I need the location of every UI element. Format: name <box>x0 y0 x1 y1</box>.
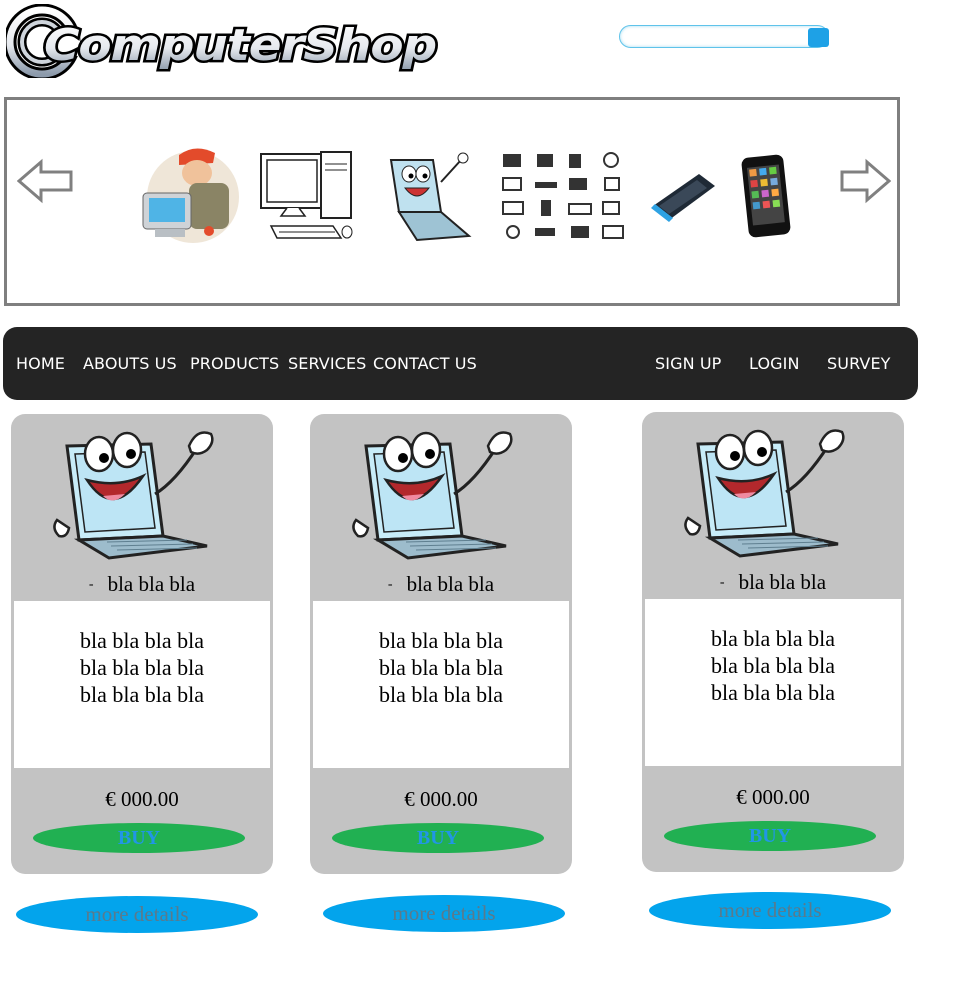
nav-about-us[interactable]: ABOUTS US <box>83 354 177 373</box>
buy-button[interactable]: BUY <box>332 823 544 853</box>
nav-home[interactable]: HOME <box>16 354 65 373</box>
product-subtitle: - bla bla bla <box>719 570 827 594</box>
more-details-button[interactable]: more details <box>16 896 258 933</box>
product-description-line: bla bla bla bla <box>79 655 204 680</box>
nav-products[interactable]: PRODUCTS <box>190 354 279 373</box>
product-description: bla bla bla bla bla bla bla bla bla bla bl… <box>645 599 901 766</box>
product-description-line: bla bla bla bla <box>710 653 835 678</box>
search-input[interactable] <box>619 25 829 48</box>
product-image[interactable] <box>678 422 848 567</box>
nav-survey[interactable]: SURVEY <box>827 354 891 373</box>
product-description-line: bla bla bla bla <box>378 655 503 680</box>
product-subtitle-text: bla bla bla <box>406 572 495 596</box>
product-description: bla bla bla bla bla bla bla bla bla bla bl… <box>313 601 569 768</box>
product-slider <box>4 97 900 306</box>
nav-sign-up[interactable]: SIGN UP <box>655 354 721 373</box>
product-description-line: bla bla bla bla <box>79 628 204 653</box>
product-subtitle-text: bla bla bla <box>107 572 196 596</box>
technician-image[interactable] <box>135 145 241 250</box>
product-description-line: bla bla bla bla <box>378 682 503 707</box>
product-card: - bla bla bla bla bla bla bla bla bla bla b… <box>310 414 572 874</box>
mobile-phone-image[interactable] <box>647 168 717 229</box>
laptop-mascot-image[interactable] <box>381 152 475 249</box>
slider-next-arrow-icon[interactable] <box>839 158 892 209</box>
buy-button[interactable]: BUY <box>664 821 876 851</box>
product-description-line: bla bla bla bla <box>710 626 835 651</box>
product-card: - bla bla bla bla bla bla bla bla bla bla b… <box>642 412 904 872</box>
product-image[interactable] <box>47 424 217 569</box>
product-price: € 000.00 <box>736 785 810 809</box>
product-card: - bla bla bla bla bla bla bla bla bla bla b… <box>11 414 273 874</box>
product-description-line: bla bla bla bla <box>79 682 204 707</box>
desktop-computer-image[interactable] <box>259 150 355 249</box>
more-details-button[interactable]: more details <box>649 892 891 929</box>
product-price: € 000.00 <box>404 787 478 811</box>
product-description-line: bla bla bla bla <box>378 628 503 653</box>
buy-button[interactable]: BUY <box>33 823 245 853</box>
slider-prev-arrow-icon[interactable] <box>16 158 75 209</box>
hardware-icons-image[interactable] <box>499 152 629 247</box>
nav-login[interactable]: LOGIN <box>749 354 800 373</box>
product-price: € 000.00 <box>105 787 179 811</box>
nav-services[interactable]: SERVICES <box>288 354 366 373</box>
site-logo[interactable]: ComputerShop <box>6 4 440 78</box>
product-subtitle: - bla bla bla <box>88 572 196 596</box>
product-image[interactable] <box>346 424 516 569</box>
logo-text: ComputerShop <box>44 20 436 71</box>
product-description: bla bla bla bla bla bla bla bla bla bla bl… <box>14 601 270 768</box>
search-button[interactable] <box>808 28 829 47</box>
product-description-line: bla bla bla bla <box>710 680 835 705</box>
product-subtitle-text: bla bla bla <box>738 570 827 594</box>
smartphone-image[interactable] <box>739 152 793 243</box>
nav-contact-us[interactable]: CONTACT US <box>373 354 477 373</box>
more-details-button[interactable]: more details <box>323 895 565 932</box>
main-nav: HOME ABOUTS US PRODUCTS SERVICES CONTACT… <box>3 327 918 400</box>
product-subtitle: - bla bla bla <box>387 572 495 596</box>
